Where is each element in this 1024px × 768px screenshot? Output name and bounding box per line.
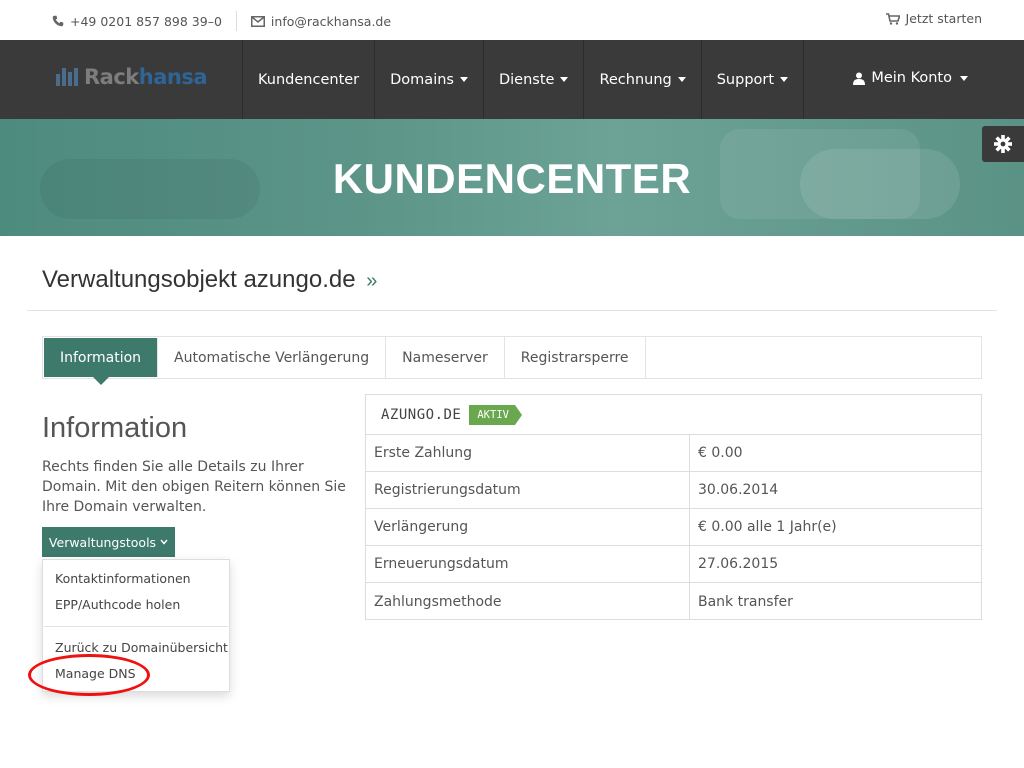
row-value: Bank transfer: [698, 593, 793, 610]
menu-item-back-to-domains[interactable]: Zurück zu Domainübersicht: [55, 640, 228, 655]
management-tools-button[interactable]: Verwaltungstools: [42, 527, 175, 557]
domain-tabs: Information Automatische Verlängerung Na…: [42, 336, 982, 385]
row-label: Erneuerungsdatum: [366, 546, 690, 582]
tab-information[interactable]: Information: [44, 338, 159, 385]
management-tools-label: Verwaltungstools: [48, 534, 157, 550]
nav-item-label: Kundencenter: [258, 71, 360, 88]
nav-menu: Kundencenter Domains Dienste Rechnung Su…: [242, 40, 805, 119]
menu-item-contact-info[interactable]: Kontaktinformationen: [55, 571, 191, 586]
top-bar: +49 0201 857 898 39–0 info@rackhansa.de …: [0, 0, 1024, 40]
section-description: Rechts finden Sie alle Details zu Ihrer …: [42, 459, 346, 515]
management-tools-menu: Kontaktinformationen EPP/Authcode holen …: [42, 559, 230, 692]
get-started-link[interactable]: Jetzt starten: [885, 11, 982, 26]
brand-name-part1: Rack: [84, 65, 139, 89]
logo-bars-icon: [56, 68, 78, 86]
phone-number: +49 0201 857 898 39–0: [70, 13, 222, 29]
settings-button[interactable]: [982, 126, 1024, 162]
account-menu[interactable]: Mein Konto: [853, 70, 968, 86]
hero-banner: KUNDENCENTER: [0, 119, 1024, 236]
get-started-label: Jetzt starten: [905, 11, 982, 26]
table-row: Registrierungsdatum 30.06.2014: [366, 472, 981, 509]
page-title-text: Verwaltungsobjekt azungo.de: [42, 266, 356, 293]
tab-registrarsperre[interactable]: Registrarsperre: [505, 337, 646, 378]
caret-down-icon: [780, 77, 789, 82]
brand-name-part2: hansa: [138, 65, 208, 89]
domain-name: AZUNGO.DE: [381, 406, 462, 423]
row-value: € 0.00: [698, 445, 743, 461]
table-row: Zahlungsmethode Bank transfer: [366, 583, 981, 620]
banner-title: KUNDENCENTER: [332, 155, 692, 202]
table-row: Erste Zahlung € 0.00: [366, 435, 981, 472]
brand-name: Rackhansa: [84, 65, 208, 89]
row-label: Registrierungsdatum: [366, 472, 690, 508]
contact-info: +49 0201 857 898 39–0 info@rackhansa.de: [52, 11, 391, 31]
user-icon: [853, 72, 866, 85]
domain-details-panel: AZUNGO.DE AKTIV Erste Zahlung € 0.00 Reg…: [365, 394, 982, 620]
tab-label: Information: [60, 349, 142, 366]
account-label: Mein Konto: [871, 70, 952, 86]
nav-item-label: Dienste: [498, 71, 555, 88]
email-contact[interactable]: info@rackhansa.de: [250, 13, 392, 29]
domain-header: AZUNGO.DE AKTIV: [366, 395, 981, 435]
section-heading: Information: [42, 412, 188, 444]
envelope-icon: [250, 15, 265, 27]
nav-item-label: Domains: [390, 71, 454, 88]
brand-logo[interactable]: Rackhansa: [56, 65, 208, 89]
caret-down-icon: [677, 77, 686, 82]
table-row: Verlängerung € 0.00 alle 1 Jahr(e): [366, 509, 981, 546]
row-value: 30.06.2014: [698, 482, 779, 498]
tab-label: Registrarsperre: [520, 349, 629, 366]
row-value: € 0.00 alle 1 Jahr(e): [698, 519, 837, 535]
caret-down-icon: [560, 77, 569, 82]
menu-divider: [44, 626, 228, 627]
tab-label: Nameserver: [402, 349, 488, 366]
phone-icon: [52, 15, 64, 27]
menu-item-epp-authcode[interactable]: EPP/Authcode holen: [55, 597, 180, 612]
status-badge: AKTIV: [469, 404, 522, 425]
main-navbar: Rackhansa Kundencenter Domains Dienste R…: [0, 40, 1024, 119]
nav-item-rechnung[interactable]: Rechnung: [583, 40, 700, 119]
phone-contact[interactable]: +49 0201 857 898 39–0: [52, 14, 222, 29]
nav-item-label: Support: [716, 71, 775, 88]
table-row: Erneuerungsdatum 27.06.2015: [366, 546, 981, 583]
nav-item-domains[interactable]: Domains: [374, 40, 483, 119]
tab-label: Automatische Verlängerung: [174, 349, 370, 366]
row-value: 27.06.2015: [698, 556, 779, 572]
nav-item-kundencenter[interactable]: Kundencenter: [242, 40, 374, 119]
caret-down-icon: [459, 77, 468, 82]
cart-icon: [885, 12, 900, 25]
row-label: Zahlungsmethode: [366, 583, 690, 620]
row-label: Verlängerung: [366, 509, 690, 545]
caret-down-icon: [960, 75, 968, 81]
page-title-arrow: »: [366, 270, 378, 292]
chevron-down-icon: [160, 539, 168, 545]
page-title: Verwaltungsobjekt azungo.de »: [42, 266, 377, 294]
tab-automatische-verlaengerung[interactable]: Automatische Verlängerung: [158, 337, 387, 378]
menu-item-manage-dns[interactable]: Manage DNS: [55, 666, 136, 681]
nav-item-support[interactable]: Support: [700, 40, 805, 119]
nav-item-dienste[interactable]: Dienste: [482, 40, 583, 119]
topbar-divider: [235, 11, 237, 31]
divider: [27, 310, 997, 311]
gear-icon: [994, 135, 1012, 153]
email-address: info@rackhansa.de: [270, 13, 392, 29]
tab-nameserver[interactable]: Nameserver: [386, 337, 505, 378]
row-label: Erste Zahlung: [366, 435, 690, 471]
nav-item-label: Rechnung: [599, 71, 672, 88]
